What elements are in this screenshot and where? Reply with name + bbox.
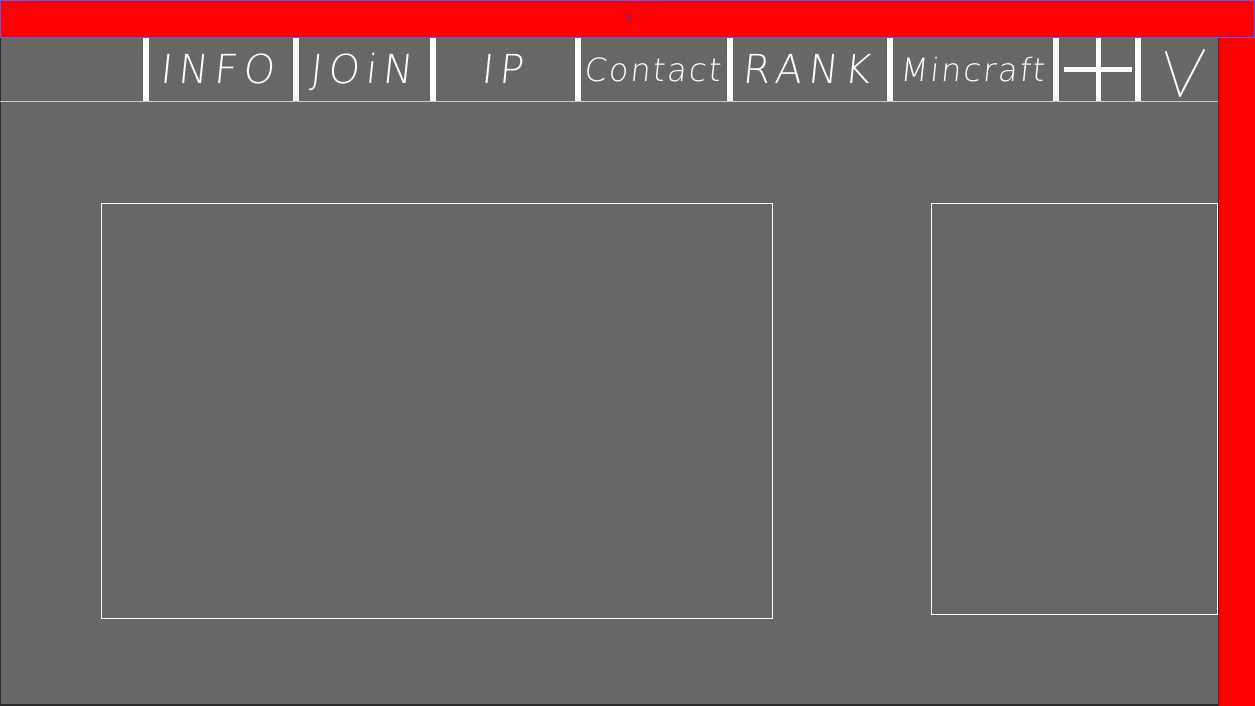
nav-separator — [143, 38, 149, 101]
left-border — [0, 38, 1, 706]
main-content-panel — [101, 203, 773, 619]
nav-item-ip[interactable]: IP — [437, 38, 576, 101]
side-content-panel — [931, 203, 1218, 615]
nav-separator — [1135, 38, 1141, 101]
nav-item-rank[interactable]: RANK — [733, 38, 888, 101]
nav-separator — [887, 38, 893, 101]
chevron-down-icon[interactable] — [1160, 44, 1208, 100]
nav-item-join[interactable]: JOiN — [299, 38, 432, 101]
nav-item-mincraft[interactable]: Mincraft — [893, 38, 1056, 101]
close-icon[interactable]: × — [623, 10, 635, 26]
right-sidebar-strip — [1218, 38, 1255, 706]
nav-divider-line — [0, 101, 1218, 102]
nav-separator — [293, 38, 299, 101]
title-bar: × — [0, 0, 1255, 38]
nav-separator — [727, 38, 733, 101]
nav-separator — [430, 38, 436, 101]
nav-item-info[interactable]: INFO — [149, 38, 294, 101]
plus-icon[interactable] — [1064, 38, 1132, 101]
nav-separator — [575, 38, 581, 101]
nav-item-contact[interactable]: Contact — [581, 38, 728, 101]
